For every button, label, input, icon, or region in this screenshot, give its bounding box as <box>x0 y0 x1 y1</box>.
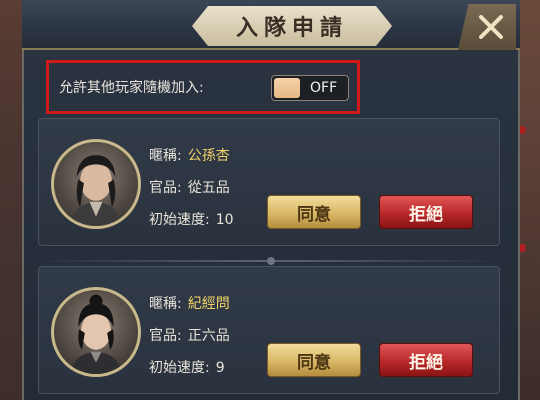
male-portrait-icon <box>70 155 122 226</box>
nickname-line: 暱稱: 紀經問 <box>149 289 230 321</box>
female-portrait-icon <box>70 294 122 374</box>
nickname-label: 暱稱: <box>149 296 182 312</box>
reject-button[interactable]: 拒絕 <box>379 195 473 229</box>
agree-button[interactable]: 同意 <box>267 343 361 377</box>
request-card: 暱稱: 公孫杏 官品: 從五品 初始速度: 10 同意 拒絕 <box>38 118 500 246</box>
speed-value: 9 <box>215 360 225 376</box>
agree-button[interactable]: 同意 <box>267 195 361 229</box>
speed-label: 初始速度: <box>149 360 210 376</box>
divider-ornament <box>267 257 275 265</box>
speed-label: 初始速度: <box>149 212 210 228</box>
rank-line: 官品: 正六品 <box>149 321 230 353</box>
reject-button[interactable]: 拒絕 <box>379 343 473 377</box>
close-icon <box>479 15 503 39</box>
dialog-title: 入隊申請 <box>235 16 348 41</box>
toggle-state: OFF <box>310 80 338 96</box>
request-info: 暱稱: 紀經問 官品: 正六品 初始速度: 9 <box>149 289 230 385</box>
nickname-line: 暱稱: 公孫杏 <box>149 141 234 173</box>
nickname-label: 暱稱: <box>149 148 182 164</box>
speed-line: 初始速度: 10 <box>149 205 234 237</box>
avatar <box>51 139 141 229</box>
request-card: 暱稱: 紀經問 官品: 正六品 初始速度: 9 同意 拒絕 <box>38 266 500 394</box>
rank-line: 官品: 從五品 <box>149 173 234 205</box>
rank-label: 官品: <box>149 180 182 196</box>
rank-value: 從五品 <box>187 180 230 196</box>
toggle-knob <box>274 78 300 98</box>
rank-value: 正六品 <box>187 328 230 344</box>
rank-label: 官品: <box>149 328 182 344</box>
nickname-value: 公孫杏 <box>187 148 230 164</box>
title-plate: 入隊申請 <box>192 6 392 46</box>
speed-value: 10 <box>215 212 234 228</box>
request-info: 暱稱: 公孫杏 官品: 從五品 初始速度: 10 <box>149 141 234 237</box>
random-join-label: 允許其他玩家隨機加入: <box>59 80 204 96</box>
random-join-toggle[interactable]: OFF <box>271 75 349 101</box>
speed-line: 初始速度: 9 <box>149 353 230 385</box>
title-bar: 入隊申請 <box>22 0 520 50</box>
avatar <box>51 287 141 377</box>
nickname-value: 紀經問 <box>187 296 230 312</box>
random-join-setting: 允許其他玩家隨機加入: OFF <box>46 60 360 114</box>
